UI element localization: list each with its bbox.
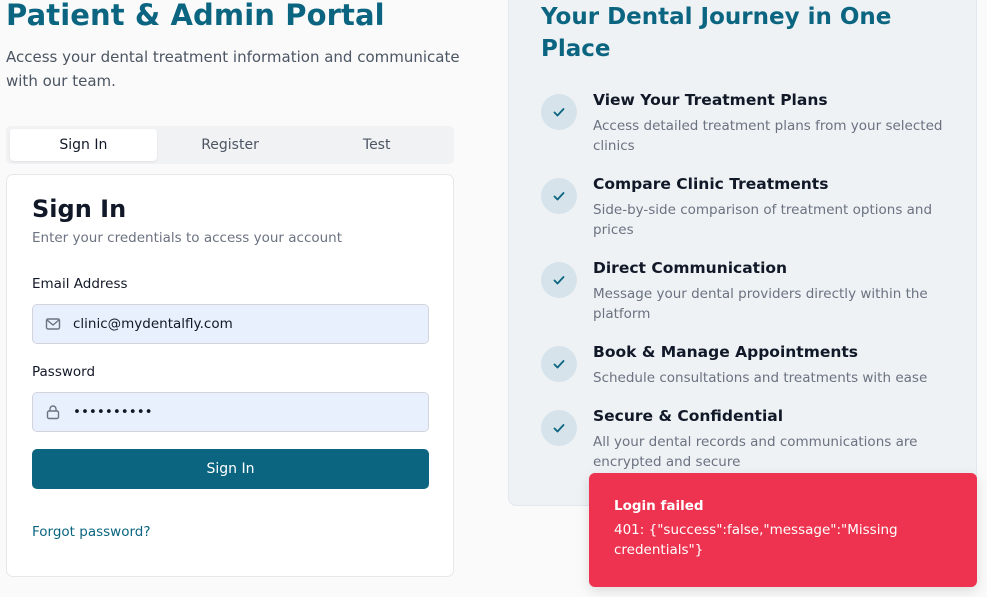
tab-sign-in[interactable]: Sign In	[10, 129, 157, 161]
password-field[interactable]: ••••••••••	[32, 392, 429, 432]
feature-desc: Schedule consultations and treatments wi…	[593, 370, 928, 386]
check-icon	[541, 346, 577, 382]
toast-title: Login failed	[614, 498, 704, 514]
feature-title: View Your Treatment Plans	[593, 91, 828, 109]
page-title: Patient & Admin Portal	[6, 0, 385, 32]
email-value: clinic@mydentalfly.com	[73, 316, 233, 332]
email-field[interactable]: clinic@mydentalfly.com	[32, 304, 429, 344]
forgot-password-link[interactable]: Forgot password?	[32, 524, 151, 540]
page-subtitle: Access your dental treatment information…	[6, 48, 460, 90]
mail-icon	[45, 316, 61, 332]
card-title: Sign In	[32, 195, 127, 223]
password-label: Password	[32, 364, 96, 380]
feature-desc: All your dental records and communicatio…	[593, 434, 918, 470]
check-icon	[541, 178, 577, 214]
feature-title: Book & Manage Appointments	[593, 343, 859, 361]
password-value: ••••••••••	[73, 404, 153, 420]
auth-tabs: Sign In Register Test	[6, 126, 454, 164]
sign-in-button[interactable]: Sign In	[32, 449, 429, 489]
feature-title: Compare Clinic Treatments	[593, 175, 829, 193]
feature-desc: Message your dental providers directly w…	[593, 286, 928, 322]
check-icon	[541, 410, 577, 446]
feature-title: Secure & Confidential	[593, 407, 784, 425]
email-label: Email Address	[32, 276, 128, 292]
features-title: Your Dental Journey in One Place	[541, 4, 892, 62]
tab-register[interactable]: Register	[157, 129, 304, 161]
tab-test[interactable]: Test	[303, 129, 450, 161]
check-icon	[541, 262, 577, 298]
check-icon	[541, 94, 577, 130]
card-subtitle: Enter your credentials to access your ac…	[32, 230, 343, 246]
feature-title: Direct Communication	[593, 259, 788, 277]
error-toast[interactable]: Login failed 401: {"success":false,"mess…	[589, 473, 977, 587]
feature-desc: Side-by-side comparison of treatment opt…	[593, 202, 933, 238]
toast-message: 401: {"success":false,"message":"Missing…	[614, 522, 898, 558]
lock-icon	[45, 404, 61, 420]
features-panel: Your Dental Journey in One Place View Yo…	[508, 0, 977, 506]
sign-in-card: Sign In Enter your credentials to access…	[6, 174, 454, 577]
feature-desc: Access detailed treatment plans from you…	[593, 118, 943, 154]
